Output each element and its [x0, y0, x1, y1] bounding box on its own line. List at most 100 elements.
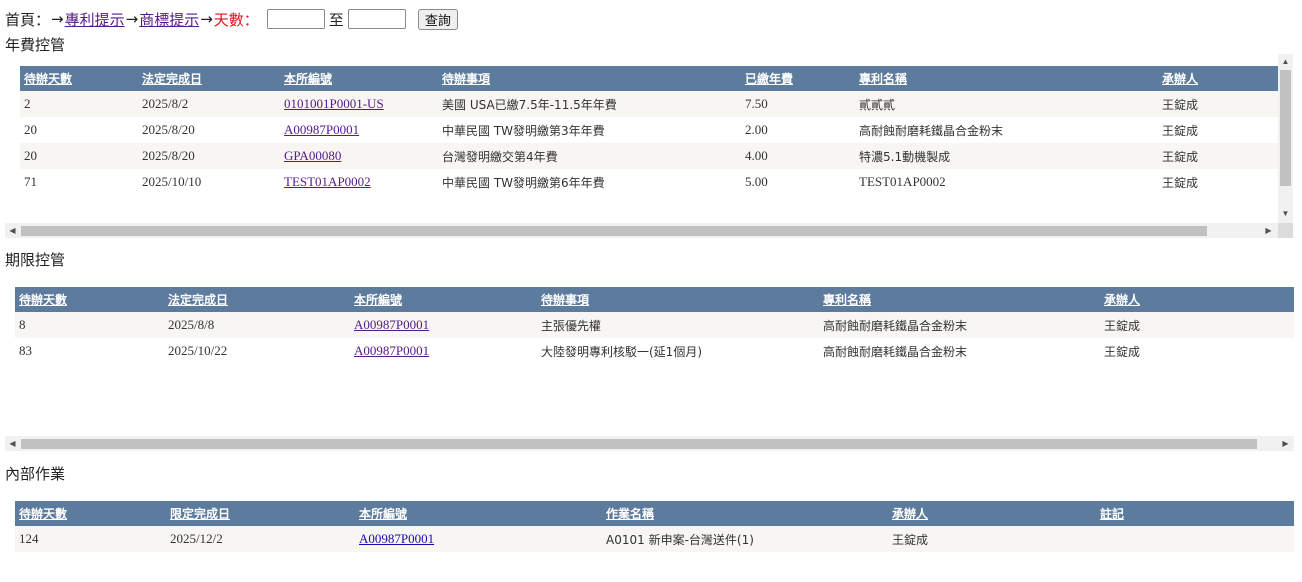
table-cell: TEST01AP0002 [280, 169, 438, 195]
table-row: 8 2025/8/8 A00987P0001 主張優先權 高耐蝕耐磨耗鐵晶合金粉末 王錠成 [15, 312, 1294, 338]
cell-text: 2025/10/22 [168, 343, 228, 358]
to-label: 至 [328, 10, 344, 29]
column-header[interactable]: 限定完成日 [166, 501, 355, 526]
scrollbar-corner [1278, 223, 1293, 238]
cell-text: 8 [19, 317, 26, 332]
cell-text: 2025/12/2 [170, 531, 223, 546]
cell-text: 王錠成 [1162, 149, 1199, 164]
column-header[interactable]: 法定完成日 [138, 66, 280, 91]
scrollbar-thumb[interactable] [21, 439, 1257, 449]
table-cell: 美國 USA已繳7.5年-11.5年年費 [438, 91, 741, 117]
table-cell: 高耐蝕耐磨耗鐵晶合金粉末 [819, 312, 1100, 338]
table-cell: 20 [20, 117, 138, 143]
deadline-panel[interactable]: 待辦天數 法定完成日 本所編號 待辦事項 專利名稱 承辦人 8 2025/8/8 A00987… [5, 275, 1294, 453]
cell-text: 2025/8/20 [142, 148, 195, 163]
table-cell: 2025/12/2 [166, 526, 355, 552]
right-arrow-icon[interactable]: ▶ [1278, 436, 1293, 451]
table-header-row: 待辦天數 限定完成日 本所編號 作業名稱 承辦人 註記 [15, 501, 1294, 526]
column-header[interactable]: 待辦天數 [20, 66, 138, 91]
scrollbar-thumb[interactable] [1280, 70, 1291, 186]
column-header[interactable]: 待辦事項 [438, 66, 741, 91]
column-header[interactable]: 專利名稱 [855, 66, 1158, 91]
days-label: 天數： [213, 10, 259, 29]
case-number-link[interactable]: GPA00080 [284, 148, 341, 163]
cell-text: 王錠成 [1162, 97, 1199, 112]
right-arrow-icon[interactable]: ▶ [1261, 223, 1276, 238]
case-number-link[interactable]: A00987P0001 [354, 317, 429, 332]
column-header[interactable]: 本所編號 [355, 501, 602, 526]
horizontal-scrollbar[interactable]: ◀ ▶ [5, 223, 1278, 238]
cell-text: 美國 USA已繳7.5年-11.5年年費 [442, 97, 617, 112]
column-header[interactable]: 已繳年費 [741, 66, 855, 91]
column-header[interactable]: 待辦天數 [15, 287, 164, 312]
trademark-hint-link[interactable]: 商標提示 [139, 9, 199, 30]
days-from-input[interactable] [266, 9, 325, 29]
column-header[interactable]: 承辦人 [888, 501, 1096, 526]
left-arrow-icon[interactable]: ◀ [5, 436, 20, 451]
down-arrow-icon[interactable]: ▼ [1278, 206, 1293, 221]
deadline-title: 期限控管 [5, 251, 66, 269]
cell-text: A0101 新申案-台灣送件(1) [606, 532, 754, 547]
annual-fee-panel[interactable]: 待辦天數 法定完成日 本所編號 待辦事項 已繳年費 專利名稱 承辦人 2 2025/8/2 01… [5, 54, 1294, 240]
up-arrow-icon[interactable]: ▲ [1278, 54, 1293, 69]
table-cell: A0101 新申案-台灣送件(1) [602, 526, 888, 552]
column-header[interactable]: 承辦人 [1158, 66, 1278, 91]
cell-text: 20 [24, 148, 37, 163]
column-header[interactable]: 註記 [1096, 501, 1294, 526]
cell-text: 王錠成 [892, 532, 929, 547]
table-cell: 高耐蝕耐磨耗鐵晶合金粉末 [819, 338, 1100, 364]
table-row: 124 2025/12/2 A00987P0001 A0101 新申案-台灣送件(1)… [15, 526, 1294, 552]
table-cell: 中華民國 TW發明繳第3年年費 [438, 117, 741, 143]
internal-work-table: 待辦天數 限定完成日 本所編號 作業名稱 承辦人 註記 124 2025/12/2 A0098… [15, 501, 1294, 552]
days-to-input[interactable] [347, 9, 406, 29]
column-header[interactable]: 待辦天數 [15, 501, 166, 526]
table-cell: 中華民國 TW發明繳第6年年費 [438, 169, 741, 195]
top-nav: 首頁： → 專利提示 → 商標提示 → 天數： 至 查詢 [5, 7, 458, 31]
case-number-link[interactable]: A00987P0001 [359, 531, 434, 546]
left-arrow-icon[interactable]: ◀ [5, 223, 20, 238]
table-cell: 貳貳貳 [855, 91, 1158, 117]
case-number-link[interactable]: A00987P0001 [354, 343, 429, 358]
vertical-scrollbar[interactable]: ▲ ▼ [1278, 54, 1293, 224]
table-cell: 王錠成 [1158, 91, 1278, 117]
table-row: 83 2025/10/22 A00987P0001 大陸發明專利核駁一(延1個月) 高耐… [15, 338, 1294, 364]
internal-work-title: 內部作業 [5, 465, 66, 483]
table-cell: 2025/8/8 [164, 312, 350, 338]
deadline-table: 待辦天數 法定完成日 本所編號 待辦事項 專利名稱 承辦人 8 2025/8/8 A00987… [15, 287, 1294, 364]
table-cell: 大陸發明專利核駁一(延1個月) [537, 338, 819, 364]
cell-text: 83 [19, 343, 32, 358]
table-cell: 特濃5.1動機製成 [855, 143, 1158, 169]
column-header[interactable]: 本所編號 [350, 287, 537, 312]
table-cell: 2025/8/20 [138, 143, 280, 169]
table-cell: 台灣發明繳交第4年費 [438, 143, 741, 169]
case-number-link[interactable]: 0101001P0001-US [284, 96, 384, 111]
column-header[interactable]: 承辦人 [1100, 287, 1294, 312]
patent-hint-link[interactable]: 專利提示 [65, 9, 125, 30]
table-cell: 5.00 [741, 169, 855, 195]
table-cell: 主張優先權 [537, 312, 819, 338]
table-cell: 王錠成 [1100, 338, 1294, 364]
cell-text: 2 [24, 96, 31, 111]
cell-text: 20 [24, 122, 37, 137]
scrollbar-thumb[interactable] [21, 226, 1207, 236]
column-header[interactable]: 本所編號 [280, 66, 438, 91]
column-header[interactable]: 法定完成日 [164, 287, 350, 312]
table-cell: 8 [15, 312, 164, 338]
internal-work-panel[interactable]: 待辦天數 限定完成日 本所編號 作業名稱 承辦人 註記 124 2025/12/2 A0098… [5, 489, 1294, 559]
column-header[interactable]: 作業名稱 [602, 501, 888, 526]
column-header[interactable]: 專利名稱 [819, 287, 1100, 312]
cell-text: 5.00 [745, 174, 768, 189]
cell-text: 2025/8/8 [168, 317, 215, 332]
query-button[interactable]: 查詢 [417, 8, 458, 30]
column-header[interactable]: 待辦事項 [537, 287, 819, 312]
table-cell: 高耐蝕耐磨耗鐵晶合金粉末 [855, 117, 1158, 143]
horizontal-scrollbar[interactable]: ◀ ▶ [5, 436, 1294, 451]
cell-text: 2.00 [745, 122, 768, 137]
case-number-link[interactable]: A00987P0001 [284, 122, 359, 137]
table-cell: TEST01AP0002 [855, 169, 1158, 195]
cell-text: 貳貳貳 [859, 97, 896, 112]
table-header-row: 待辦天數 法定完成日 本所編號 待辦事項 已繳年費 專利名稱 承辦人 [20, 66, 1278, 91]
case-number-link[interactable]: TEST01AP0002 [284, 174, 371, 189]
cell-text: 7.50 [745, 96, 768, 111]
cell-text: 高耐蝕耐磨耗鐵晶合金粉末 [859, 123, 1004, 138]
